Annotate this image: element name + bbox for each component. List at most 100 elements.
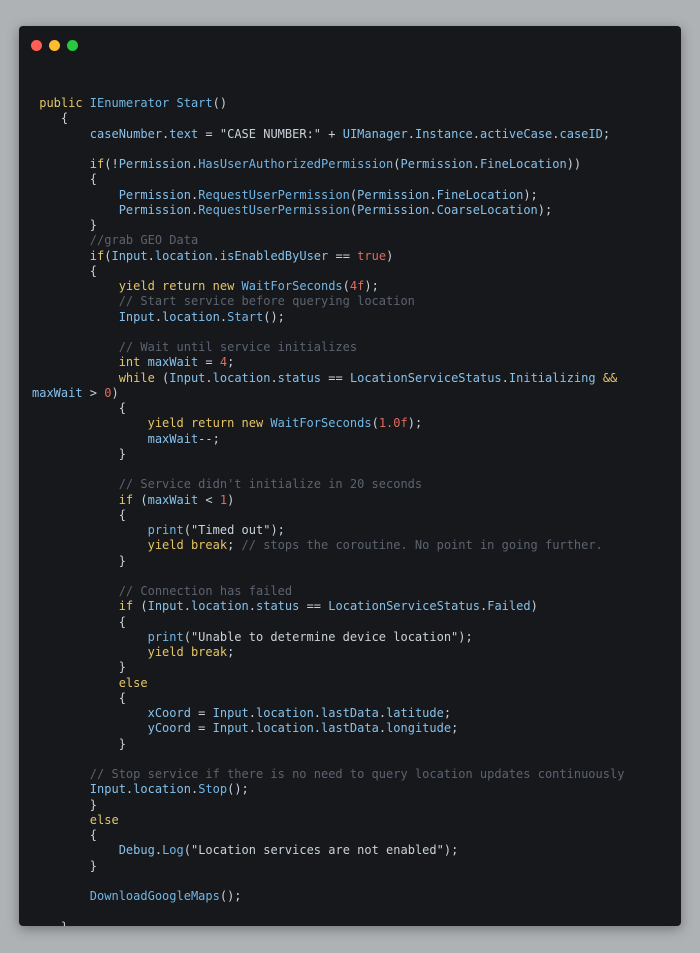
code-line: } [32,447,624,462]
code-line: maxWait > 0) [32,386,624,401]
code-line: { [32,615,624,630]
code-token: . [248,721,256,736]
code-token: == [321,370,350,385]
code-token: } [32,920,68,927]
code-token: FineLocation [479,157,567,171]
code-token: WaitForSeconds [241,279,343,293]
code-token: else [32,675,148,690]
code-token: Permission [357,202,430,217]
code-token: { [32,614,126,629]
code-token: . [429,202,437,217]
code-token: yield break [32,645,228,659]
code-line: Permission.RequestUserPermission(Permiss… [32,203,624,218]
code-token: > [82,385,105,400]
code-token: Failed [487,599,531,614]
code-line: yield break; // stops the coroutine. No … [32,538,624,553]
code-line: else [32,676,624,691]
code-token: lastData [321,706,379,720]
code-token: LocationServiceStatus [328,599,480,614]
code-token: = [190,721,213,736]
code-token: else [32,812,119,827]
code-line: } [32,218,624,233]
code-line: // Service didn't initialize in 20 secon… [32,477,624,492]
code-line: } [32,798,624,813]
code-line: if (maxWait < 1) [32,493,624,508]
code-token: Log [162,843,184,858]
code-line: print("Unable to determine device locati… [32,630,624,645]
zoom-button[interactable] [67,40,78,51]
code-line: { [32,111,624,126]
code-token: // Connection has failed [32,584,293,598]
code-token: DownloadGoogleMaps [32,889,220,903]
code-token: = [190,706,213,720]
code-token: ); [458,629,473,644]
code-token: location [256,721,314,736]
code-token: longitude [386,721,452,736]
code-token: . [248,706,256,720]
code-token: . [270,370,278,385]
code-token: status [256,599,300,614]
code-token: ; [451,721,459,736]
code-line: { [32,508,624,523]
code-line: Input.location.Start(); [32,310,624,325]
code-token: ( [393,157,401,171]
minimize-button[interactable] [49,40,60,51]
code-token: int [32,355,148,370]
code-token: Input [111,248,148,263]
code-line: yield break; [32,645,624,660]
code-token: 4f [349,279,365,293]
code-token: . [205,370,213,385]
code-token: // Service didn't initialize in 20 secon… [32,477,423,492]
code-token: } [32,858,98,873]
code-line: yield return new WaitForSeconds(4f); [32,279,624,294]
code-line: // Connection has failed [32,584,624,599]
code-window: public IEnumerator Start() { caseNumber.… [19,26,681,926]
code-token: ; [602,126,611,141]
code-token: ); [523,187,538,202]
code-token: HasUserAuthorizedPermission [198,157,394,171]
code-token: IEnumerator [89,96,177,110]
code-token: . [219,309,228,324]
code-token: Permission [32,202,191,217]
code-line: { [32,264,624,279]
code-line: } [32,737,624,752]
code-token: maxWait [147,355,199,370]
code-token: . [472,157,480,171]
code-token: text [169,126,199,141]
code-token: Permission [32,187,191,202]
code-line: int maxWait = 4; [32,355,624,370]
close-button[interactable] [31,40,42,51]
code-token: . [313,706,322,720]
code-token: WaitForSeconds [270,416,372,431]
code-token: )) [566,157,582,171]
code-token: ( [371,416,379,431]
code-token: // stops the coroutine. No point in goin… [241,538,603,553]
code-token: } [32,797,98,812]
code-line: Input.location.Stop(); [32,782,624,797]
code-token: ; [443,706,452,720]
code-token: { [32,401,126,415]
code-line: if (Input.location.status == LocationSer… [32,599,624,614]
code-line: { [32,172,624,187]
code-line: // Stop service if there is no need to q… [32,767,625,782]
code-token: Permission [357,187,430,202]
code-token: Debug [32,843,155,858]
code-token: Input [147,599,184,614]
code-token: location [133,782,191,797]
code-token: () [212,96,228,110]
code-token: == [328,248,358,263]
code-token: 4 [219,355,228,370]
code-token: . [472,126,481,141]
code-token: { [32,111,69,126]
code-token: FineLocation [436,187,524,202]
code-line: DownloadGoogleMaps(); [32,889,624,904]
code-line: yCoord = Input.location.lastData.longitu… [32,721,624,736]
code-token: "Unable to determine device location" [190,629,459,644]
